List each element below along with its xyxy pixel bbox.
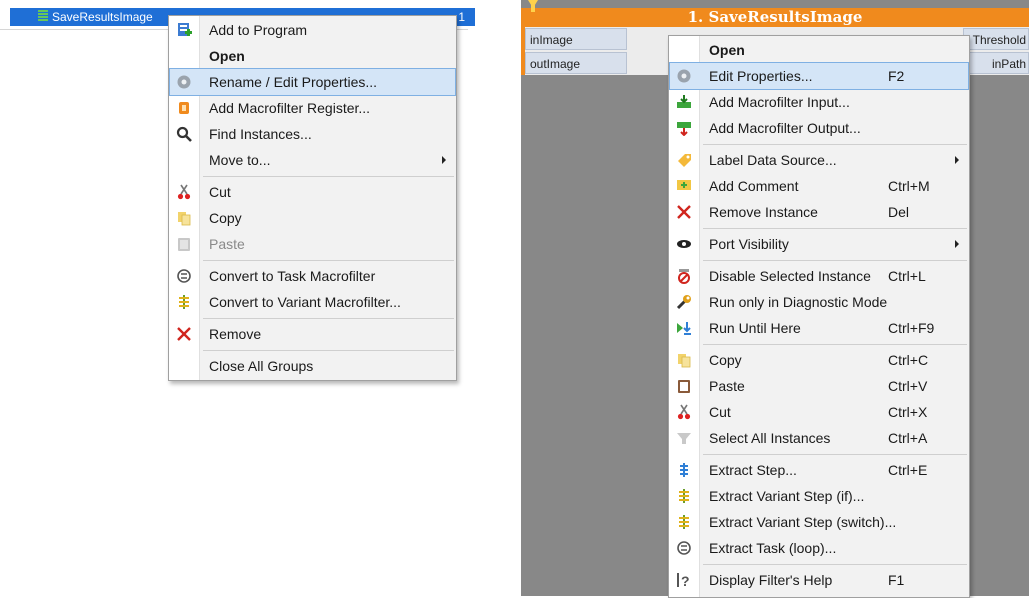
menu-item-add-to-program[interactable]: Add to Program: [170, 17, 455, 43]
variant-icon: [676, 488, 692, 504]
menu-item-disable-selected-instance[interactable]: Disable Selected Instance Ctrl+L: [670, 263, 968, 289]
menu-item-paste[interactable]: Paste: [170, 231, 455, 257]
menu-item-extract-step[interactable]: Extract Step... Ctrl+E: [670, 457, 968, 483]
run-until-icon: [676, 320, 692, 336]
menu-item-move-to[interactable]: Move to...: [170, 147, 455, 173]
menu-item-convert-to-variant[interactable]: Convert to Variant Macrofilter...: [170, 289, 455, 315]
add-to-program-icon: [176, 22, 192, 38]
block-title: 1. SaveResultsImage: [687, 8, 863, 26]
menu-item-find-instances[interactable]: Find Instances...: [170, 121, 455, 147]
context-menu-project: Add to Program Open Rename / Edit Proper…: [168, 15, 457, 381]
menu-item-label-data-source[interactable]: Label Data Source...: [670, 147, 968, 173]
menu-item-add-macrofilter-input[interactable]: Add Macrofilter Input...: [670, 89, 968, 115]
disable-icon: [676, 268, 692, 284]
scissors-icon: [176, 184, 192, 200]
menu-item-extract-task-loop[interactable]: Extract Task (loop)...: [670, 535, 968, 561]
menu-item-open[interactable]: Open: [670, 37, 968, 63]
wrench-icon: [676, 294, 692, 310]
menu-item-remove[interactable]: Remove: [170, 321, 455, 347]
register-icon: [176, 100, 192, 116]
comment-icon: [676, 178, 692, 194]
menu-item-add-macrofilter-register[interactable]: Add Macrofilter Register...: [170, 95, 455, 121]
red-x-icon: [176, 326, 192, 342]
tree-item-number: 1: [458, 10, 465, 24]
menu-item-copy[interactable]: Copy Ctrl+C: [670, 347, 968, 373]
submenu-arrow-icon: [442, 156, 446, 164]
eye-icon: [676, 236, 692, 252]
funnel-icon: [676, 430, 692, 446]
menu-item-remove-instance[interactable]: Remove Instance Del: [670, 199, 968, 225]
context-menu-instance: Open Edit Properties... F2 Add Macrofilt…: [668, 35, 970, 598]
copy-icon: [176, 210, 192, 226]
variant-icon: [676, 514, 692, 530]
scissors-icon: [676, 404, 692, 420]
menu-item-cut[interactable]: Cut Ctrl+X: [670, 399, 968, 425]
block-title-bar[interactable]: 1. SaveResultsImage: [521, 8, 1029, 27]
port-inpath[interactable]: inPath: [963, 52, 1029, 74]
menu-item-convert-to-task[interactable]: Convert to Task Macrofilter: [170, 263, 455, 289]
help-icon: ?: [676, 572, 692, 589]
menu-item-extract-variant-step-switch[interactable]: Extract Variant Step (switch)...: [670, 509, 968, 535]
menu-item-port-visibility[interactable]: Port Visibility: [670, 231, 968, 257]
magnifier-icon: [176, 126, 192, 142]
tree-item-label: SaveResultsImage: [52, 10, 153, 24]
paste-icon: [676, 378, 692, 394]
menu-item-paste[interactable]: Paste Ctrl+V: [670, 373, 968, 399]
submenu-arrow-icon: [955, 240, 959, 248]
add-input-icon: [676, 94, 692, 110]
label-icon: [676, 152, 692, 168]
menu-item-rename-edit-properties[interactable]: Rename / Edit Properties...: [169, 68, 456, 96]
paste-icon: [176, 236, 192, 252]
port-outimage[interactable]: outImage: [525, 52, 627, 74]
menu-item-display-filters-help[interactable]: ? Display Filter's Help F1: [670, 567, 968, 593]
menu-item-cut[interactable]: Cut: [170, 179, 455, 205]
task-loop-icon: [176, 268, 192, 284]
menu-item-run-until-here[interactable]: Run Until Here Ctrl+F9: [670, 315, 968, 341]
menu-item-run-only-in-diagnostic-mode[interactable]: Run only in Diagnostic Mode: [670, 289, 968, 315]
menu-item-copy[interactable]: Copy: [170, 205, 455, 231]
block-marker-arrow-icon: [528, 0, 538, 8]
gear-icon: [176, 74, 192, 90]
menu-item-close-all-groups[interactable]: Close All Groups: [170, 353, 455, 379]
red-x-icon: [676, 204, 692, 220]
gear-icon: [676, 68, 692, 84]
menu-item-extract-variant-step-if[interactable]: Extract Variant Step (if)...: [670, 483, 968, 509]
menu-item-edit-properties[interactable]: Edit Properties... F2: [669, 62, 969, 90]
copy-icon: [676, 352, 692, 368]
macrofilter-icon: [38, 10, 48, 22]
task-loop-icon: [676, 540, 692, 556]
add-output-icon: [676, 120, 692, 137]
menu-item-select-all-instances[interactable]: Select All Instances Ctrl+A: [670, 425, 968, 451]
variant-icon: [176, 294, 192, 310]
svg-text:?: ?: [681, 573, 690, 588]
port-inimage[interactable]: inImage: [525, 28, 627, 50]
port-threshold[interactable]: Threshold: [963, 28, 1029, 50]
menu-item-open[interactable]: Open: [170, 43, 455, 69]
menu-item-add-comment[interactable]: Add Comment Ctrl+M: [670, 173, 968, 199]
step-icon: [676, 462, 692, 478]
submenu-arrow-icon: [955, 156, 959, 164]
menu-item-add-macrofilter-output[interactable]: Add Macrofilter Output...: [670, 115, 968, 141]
